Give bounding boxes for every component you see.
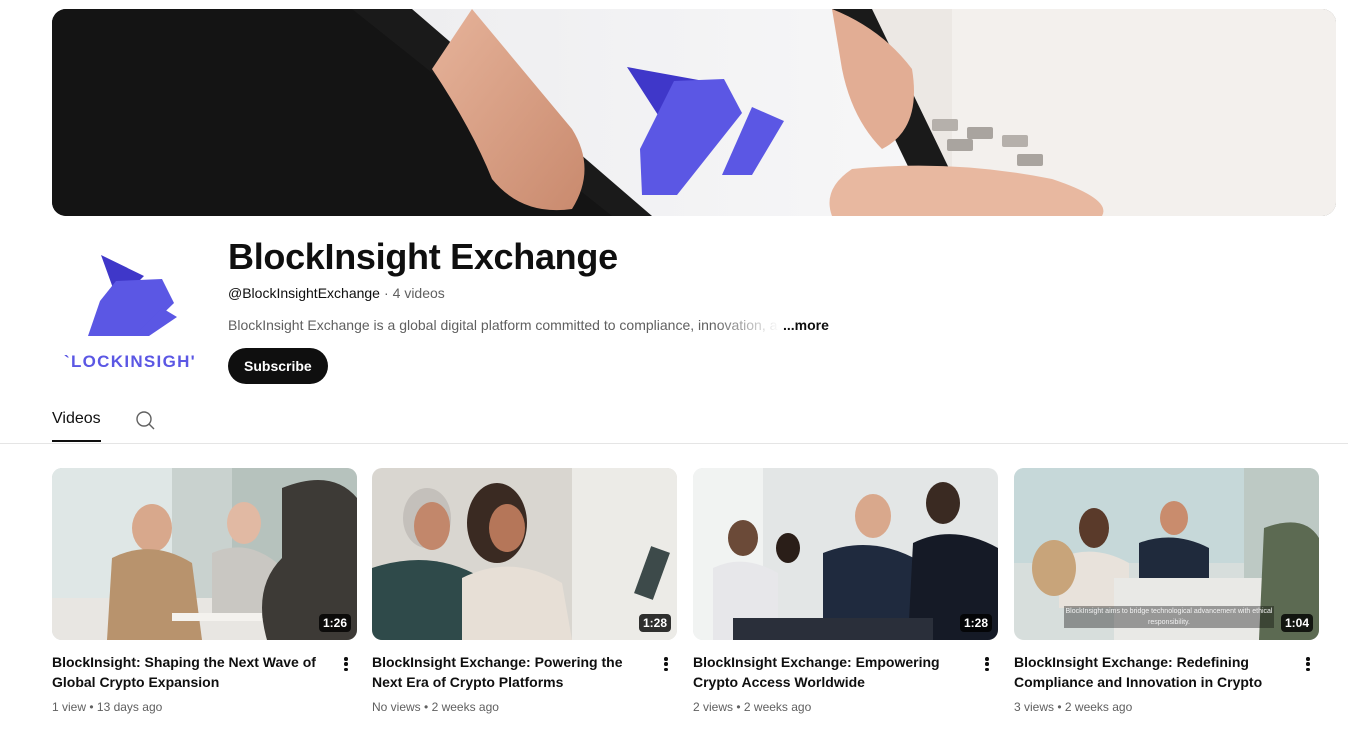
view-count: 1 view bbox=[52, 700, 87, 714]
active-tab-indicator bbox=[52, 440, 101, 442]
channel-meta: @BlockInsightExchange · 4 videos bbox=[228, 285, 445, 301]
channel-handle: @BlockInsightExchange bbox=[228, 285, 380, 301]
channel-logo-icon bbox=[88, 255, 177, 336]
more-options-icon[interactable] bbox=[983, 655, 991, 673]
channel-title: BlockInsight Exchange bbox=[228, 236, 618, 277]
upload-age: 2 weeks ago bbox=[431, 700, 499, 714]
subscribe-button[interactable]: Subscribe bbox=[228, 348, 328, 384]
video-card[interactable]: BlockInsight aims to bridge technologica… bbox=[1014, 468, 1319, 714]
meta-separator: • bbox=[89, 700, 97, 714]
meta-separator: • bbox=[424, 700, 432, 714]
video-duration: 1:28 bbox=[638, 614, 671, 632]
logo-text: `LOCKINSIGH' bbox=[64, 352, 197, 371]
video-card[interactable]: 1:26 BlockInsight: Shaping the Next Wave… bbox=[52, 468, 357, 714]
video-duration: 1:28 bbox=[959, 614, 992, 632]
description-text: BlockInsight Exchange is a global digita… bbox=[228, 317, 778, 333]
video-title[interactable]: BlockInsight Exchange: Redefining Compli… bbox=[1014, 652, 1280, 692]
search-icon[interactable] bbox=[134, 409, 156, 431]
upload-age: 2 weeks ago bbox=[1064, 700, 1133, 714]
upload-age: 2 weeks ago bbox=[743, 700, 812, 714]
video-duration: 1:26 bbox=[318, 614, 351, 632]
tabs-divider bbox=[0, 443, 1348, 444]
meta-separator: • bbox=[736, 700, 744, 714]
video-meta: 3 views • 2 weeks ago bbox=[1014, 700, 1132, 714]
upload-age: 13 days ago bbox=[96, 700, 163, 714]
channel-description[interactable]: BlockInsight Exchange is a global digita… bbox=[228, 317, 829, 333]
channel-avatar[interactable]: `LOCKINSIGH' bbox=[52, 239, 212, 379]
more-options-icon[interactable] bbox=[662, 655, 670, 673]
tab-videos[interactable]: Videos bbox=[52, 410, 101, 428]
view-count: 3 views bbox=[1014, 700, 1055, 714]
view-count: 2 views bbox=[693, 700, 734, 714]
video-title[interactable]: BlockInsight Exchange: Empowering Crypto… bbox=[693, 652, 959, 692]
video-thumbnail[interactable]: 1:28 bbox=[693, 468, 998, 640]
more-options-icon[interactable] bbox=[342, 655, 350, 673]
video-thumbnail[interactable]: 1:28 bbox=[372, 468, 677, 640]
video-count: 4 videos bbox=[392, 285, 445, 301]
video-title[interactable]: BlockInsight: Shaping the Next Wave of G… bbox=[52, 652, 318, 692]
banner-image bbox=[52, 9, 1336, 216]
meta-separator: • bbox=[1057, 700, 1065, 714]
meta-separator: · bbox=[383, 285, 389, 301]
video-meta: 2 views • 2 weeks ago bbox=[693, 700, 811, 714]
video-title[interactable]: BlockInsight Exchange: Powering the Next… bbox=[372, 652, 638, 692]
view-count: No views bbox=[372, 700, 421, 714]
more-link[interactable]: ...more bbox=[783, 317, 829, 333]
video-thumbnail[interactable]: BlockInsight aims to bridge technologica… bbox=[1014, 468, 1319, 640]
video-duration: 1:04 bbox=[1280, 614, 1313, 632]
more-options-icon[interactable] bbox=[1304, 655, 1312, 673]
video-thumbnail[interactable]: 1:26 bbox=[52, 468, 357, 640]
video-card[interactable]: 1:28 BlockInsight Exchange: Empowering C… bbox=[693, 468, 998, 714]
video-caption: BlockInsight aims to bridge technologica… bbox=[1064, 606, 1274, 628]
video-meta: No views • 2 weeks ago bbox=[372, 700, 499, 714]
video-meta: 1 view • 13 days ago bbox=[52, 700, 162, 714]
video-card[interactable]: 1:28 BlockInsight Exchange: Powering the… bbox=[372, 468, 677, 714]
channel-banner bbox=[52, 9, 1336, 216]
